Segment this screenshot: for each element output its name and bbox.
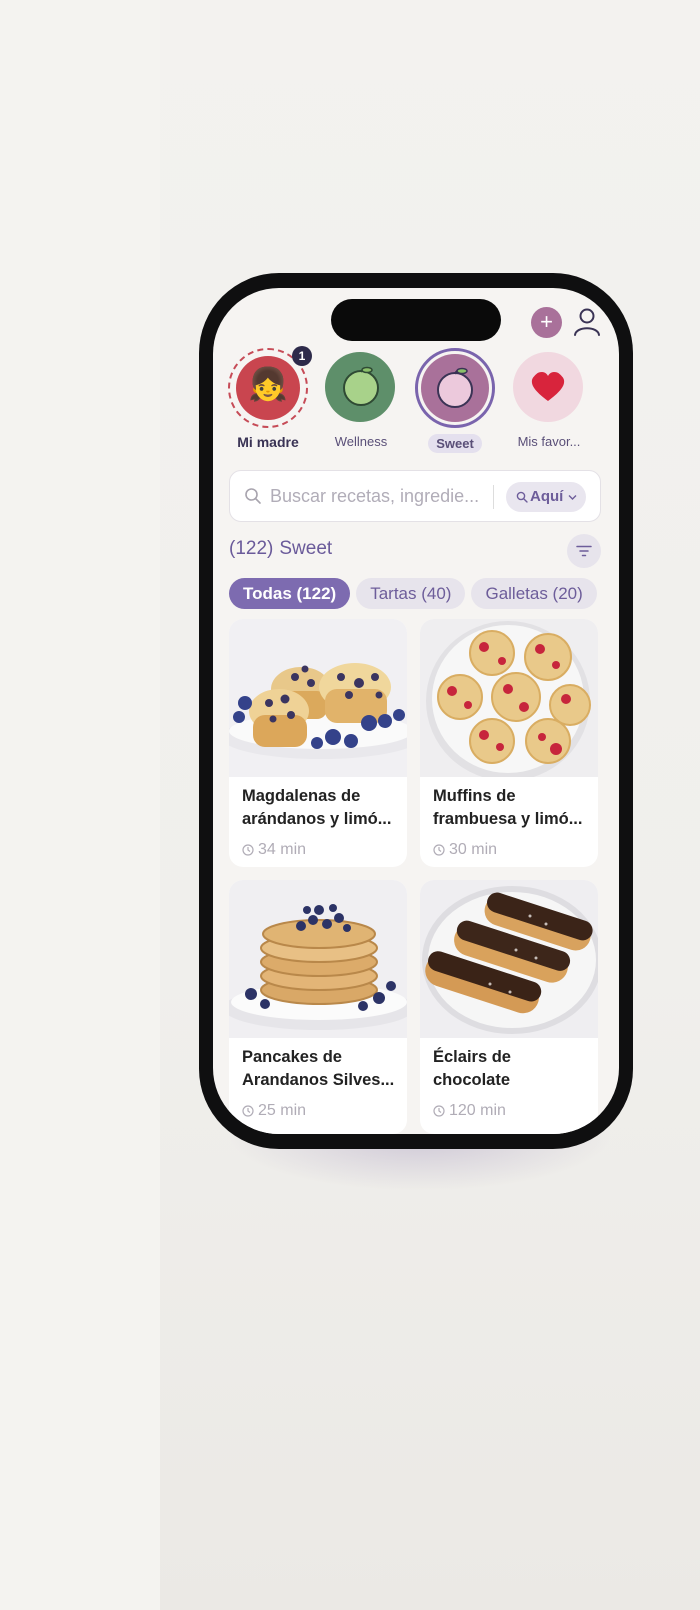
story-label: Mi madre <box>237 434 299 450</box>
story-mis-favoritos[interactable]: Mis favor... <box>503 348 595 449</box>
search-input[interactable] <box>270 481 482 511</box>
search-divider <box>493 485 494 509</box>
pink-plum-icon <box>437 367 473 408</box>
profile-icon[interactable] <box>573 307 601 337</box>
clock-icon <box>433 1105 445 1117</box>
recipe-name: Pancakes de Arandanos Silves... <box>242 1048 395 1089</box>
heart-icon <box>531 372 565 401</box>
scope-label: Aquí <box>530 488 564 505</box>
recipe-time-value: 30 min <box>449 841 498 858</box>
recipe-time-value: 25 min <box>258 1102 307 1119</box>
recipe-count: (122) <box>229 538 274 559</box>
chevron-down-icon <box>568 495 577 500</box>
recipe-card[interactable]: Pancakes de Arandanos Silves... 25 min <box>229 880 407 1134</box>
search-icon <box>245 488 261 504</box>
search-scope-dropdown[interactable]: Aquí <box>506 482 586 512</box>
story-sweet[interactable]: Sweet <box>409 348 501 453</box>
recipe-time: 120 min <box>433 1102 506 1120</box>
story-label: Sweet <box>428 434 482 453</box>
recipe-card[interactable]: Muffins de frambuesa y limó... 30 min <box>420 619 598 867</box>
story-mi-madre[interactable]: 👧 1 Mi madre <box>222 346 314 450</box>
recipe-image-chocolate-eclairs <box>420 880 598 1038</box>
recipe-card[interactable]: Magdalenas de arándanos y limó... 34 min <box>229 619 407 867</box>
story-ring <box>321 348 401 428</box>
recipe-name: Muffins de frambuesa y limó... <box>433 787 583 828</box>
clock-icon <box>433 844 445 856</box>
section-title: Sweet <box>279 538 333 559</box>
chip-galletas[interactable]: Galletas (20) <box>471 578 597 609</box>
filter-icon <box>576 545 592 557</box>
green-apple-icon <box>343 366 379 406</box>
story-wellness[interactable]: Wellness <box>315 348 407 449</box>
chip-tartas[interactable]: Tartas (40) <box>356 578 466 609</box>
clock-icon <box>242 844 254 856</box>
notification-badge: 1 <box>292 346 312 366</box>
story-ring <box>509 348 589 428</box>
story-label: Mis favor... <box>517 434 581 449</box>
recipe-card[interactable]: Éclairs de chocolate 120 min <box>420 880 598 1134</box>
plus-icon: + <box>540 309 553 334</box>
story-ring-selected <box>415 348 495 428</box>
recipe-time-value: 120 min <box>449 1102 506 1119</box>
search-icon <box>516 491 528 503</box>
chip-todas[interactable]: Todas (122) <box>229 578 351 609</box>
category-chips: Todas (122) Tartas (40) Galletas (20) <box>229 578 619 612</box>
filter-button[interactable] <box>567 534 601 568</box>
dynamic-island <box>331 299 501 341</box>
recipe-time: 34 min <box>242 841 306 859</box>
app-screen: + 👧 1 Mi madre Wellness Sweet Mis favor.… <box>213 288 619 1134</box>
recipe-name: Magdalenas de arándanos y limó... <box>242 787 392 828</box>
section-header: (122) Sweet <box>229 538 332 560</box>
recipe-image-raspberry-muffins <box>420 619 598 777</box>
recipe-time: 25 min <box>242 1102 306 1120</box>
phone-frame: + 👧 1 Mi madre Wellness Sweet Mis favor.… <box>199 273 633 1149</box>
recipe-image-blueberry-muffins <box>229 619 407 777</box>
recipe-time: 30 min <box>433 841 497 859</box>
recipe-name: Éclairs de chocolate <box>433 1048 511 1089</box>
story-ring: 👧 1 <box>228 346 312 428</box>
add-button[interactable]: + <box>531 307 562 338</box>
search-bar: Aquí <box>229 470 601 522</box>
recipe-time-value: 34 min <box>258 841 307 858</box>
background-left <box>0 0 160 1610</box>
story-label: Wellness <box>334 434 388 449</box>
clock-icon <box>242 1105 254 1117</box>
recipe-image-blueberry-pancakes <box>229 880 407 1038</box>
girl-avatar-icon: 👧 <box>248 366 288 402</box>
